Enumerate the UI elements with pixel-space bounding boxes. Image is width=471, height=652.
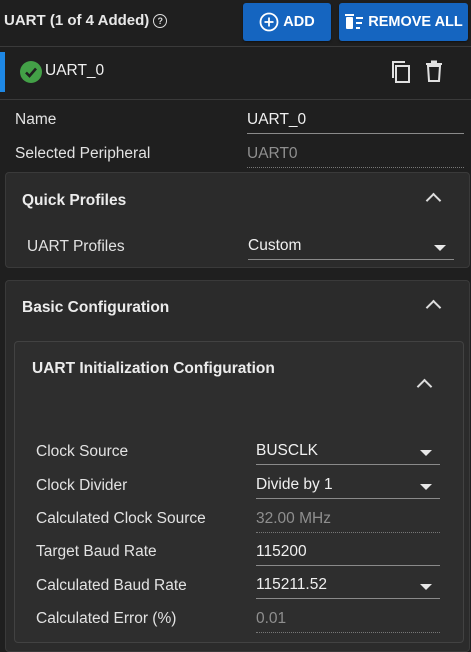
selected-peripheral-value: UART0	[247, 145, 464, 168]
check-circle-icon	[20, 61, 42, 83]
uart-profiles-select[interactable]: Custom	[248, 237, 454, 260]
instance-name: UART_0	[45, 62, 105, 79]
clock-divider-select[interactable]: Divide by 1	[256, 476, 440, 499]
target-baud-rate-input[interactable]: 115200	[256, 543, 440, 566]
selected-peripheral-label: Selected Peripheral	[15, 145, 151, 162]
delete-icon[interactable]	[425, 60, 443, 82]
calculated-error-value: 0.01	[256, 610, 440, 633]
help-icon[interactable]: ?	[153, 13, 168, 28]
clock-source-select[interactable]: BUSCLK	[256, 442, 440, 465]
module-header: UART (1 of 4 Added) ?	[4, 12, 168, 29]
instance-divider	[0, 99, 471, 100]
calculated-baud-rate-label: Calculated Baud Rate	[36, 577, 187, 594]
quick-profiles-title[interactable]: Quick Profiles	[22, 192, 126, 210]
calculated-baud-rate-select[interactable]: 115211.52	[256, 576, 440, 599]
module-title: UART (1 of 4 Added)	[4, 12, 150, 29]
clock-source-label: Clock Source	[36, 443, 129, 460]
add-circle-icon	[259, 12, 279, 32]
remove-all-button[interactable]: REMOVE ALL	[339, 3, 468, 41]
basic-configuration-title[interactable]: Basic Configuration	[22, 299, 169, 317]
name-input[interactable]: UART_0	[247, 111, 464, 134]
add-button-label: ADD	[283, 14, 315, 30]
remove-all-label: REMOVE ALL	[368, 14, 463, 30]
name-label: Name	[15, 111, 57, 128]
clock-divider-label: Clock Divider	[36, 477, 128, 494]
calculated-clock-source-value: 32.00 MHz	[256, 510, 440, 533]
calculated-clock-source-label: Calculated Clock Source	[36, 510, 206, 527]
instance-selected-indicator	[0, 52, 5, 92]
add-button[interactable]: ADD	[243, 3, 331, 41]
copy-icon[interactable]	[390, 60, 412, 84]
calculated-error-label: Calculated Error (%)	[36, 610, 177, 627]
uart-init-config-title[interactable]: UART Initialization Configuration	[32, 360, 275, 378]
uart-profiles-label: UART Profiles	[27, 238, 125, 255]
header-divider	[0, 46, 471, 47]
target-baud-rate-label: Target Baud Rate	[36, 543, 157, 560]
delete-sweep-icon	[345, 14, 364, 29]
